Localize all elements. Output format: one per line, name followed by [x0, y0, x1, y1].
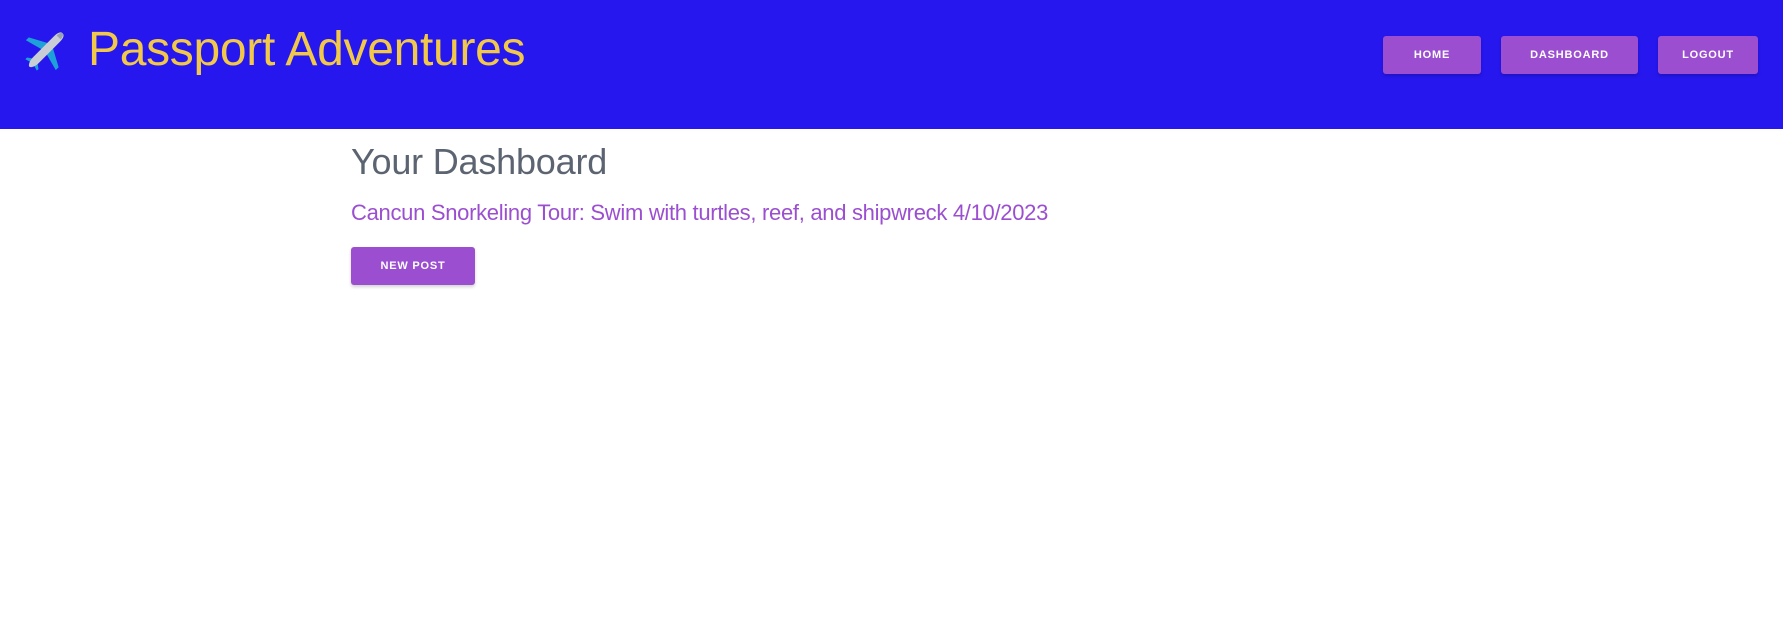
nav-logout-button[interactable]: LOGOUT [1658, 36, 1758, 74]
nav-home-button[interactable]: HOME [1383, 36, 1481, 74]
page-title: Your Dashboard [351, 141, 608, 182]
brand-link[interactable]: Passport Adventures [20, 22, 526, 78]
nav-dashboard-button[interactable]: DASHBOARD [1501, 36, 1638, 74]
post-link[interactable]: Cancun Snorkeling Tour: Swim with turtle… [351, 198, 1431, 228]
new-post-button[interactable]: NEW POST [351, 247, 475, 285]
post-title: Cancun Snorkeling Tour: Swim with turtle… [351, 200, 948, 225]
airplane-icon [25, 32, 64, 71]
post-date: 4/10/2023 [952, 200, 1049, 225]
brand-title: Passport Adventures [88, 23, 526, 76]
dashboard-main: Your Dashboard Cancun Snorkeling Tour: S… [351, 140, 1431, 285]
site-header: Passport Adventures HOME DASHBOARD LOGOU… [0, 0, 1783, 129]
